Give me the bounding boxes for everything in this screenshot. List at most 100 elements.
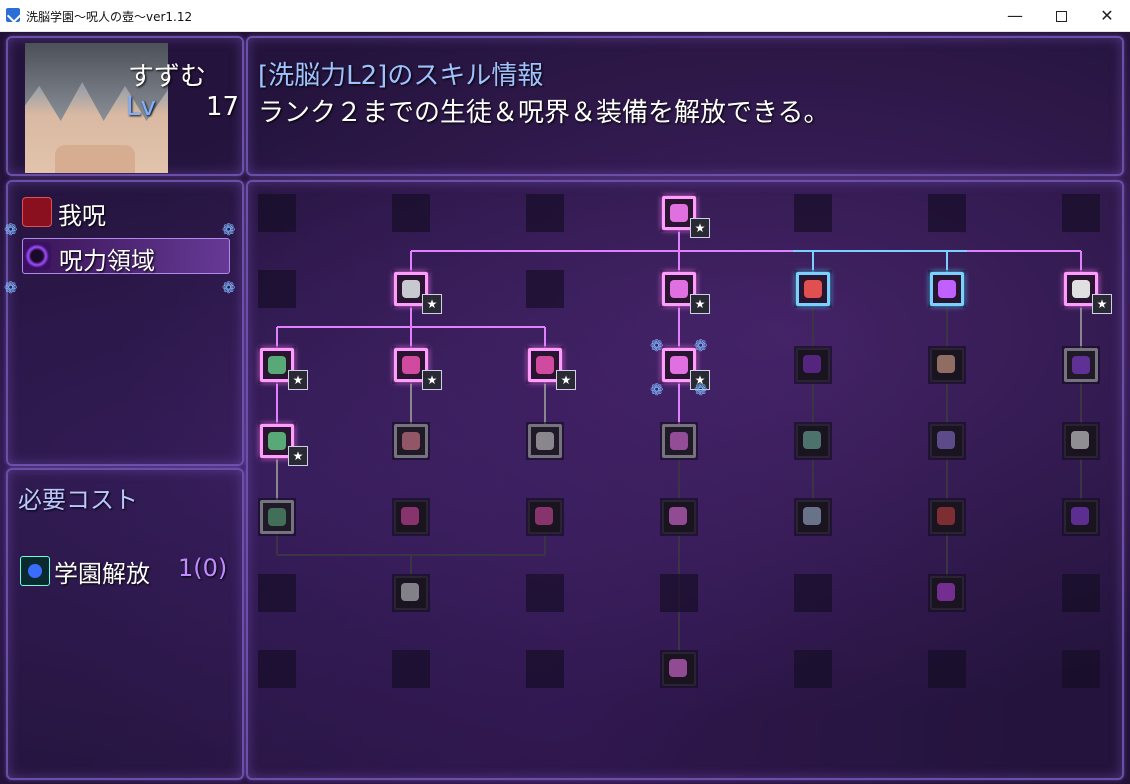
skill-node[interactable] — [394, 424, 428, 458]
category-label: 我呪 — [58, 202, 106, 230]
card-icon — [804, 280, 822, 298]
skill-node[interactable] — [662, 652, 696, 686]
brain-icon — [669, 659, 687, 677]
skill-node[interactable] — [662, 500, 696, 534]
gear-icon — [1072, 280, 1090, 298]
empty-slot — [660, 574, 698, 612]
sparkle-icon: ❁ — [222, 220, 236, 239]
empty-slot — [928, 650, 966, 688]
window-titlebar: 洗脳学園～呪人の壺～ver1.12 — ✕ — [0, 0, 1130, 32]
empty-slot — [258, 194, 296, 232]
skill-node[interactable] — [796, 348, 830, 382]
skill-node[interactable] — [796, 424, 830, 458]
tome-icon — [937, 431, 955, 449]
empty-slot — [526, 650, 564, 688]
empty-slot — [258, 574, 296, 612]
orb-icon — [401, 583, 419, 601]
brain-icon — [669, 507, 687, 525]
empty-slot — [794, 650, 832, 688]
selection-sparkle-icon: ❁ — [650, 336, 664, 355]
category-item-juryoku-ryoiki[interactable]: 呪力領域 — [22, 238, 230, 275]
star-icon: ★ — [1092, 294, 1112, 314]
selection-sparkle-icon: ❁ — [694, 380, 708, 399]
gear-icon — [1071, 431, 1089, 449]
skill-node[interactable] — [930, 576, 964, 610]
empty-slot — [928, 194, 966, 232]
blue-crest-icon — [20, 556, 50, 586]
maximize-button[interactable] — [1038, 0, 1084, 31]
orb-icon — [402, 280, 420, 298]
star-icon: ★ — [288, 370, 308, 390]
skill-node[interactable] — [796, 272, 830, 306]
empty-slot — [794, 574, 832, 612]
empty-slot — [392, 650, 430, 688]
cone-icon — [803, 355, 821, 373]
brain-icon — [670, 432, 688, 450]
selection-sparkle-icon: ❁ — [694, 336, 708, 355]
flower-icon — [536, 356, 554, 374]
skill-node[interactable] — [796, 500, 830, 534]
empty-slot — [526, 574, 564, 612]
skill-node[interactable] — [1064, 500, 1098, 534]
star-icon: ★ — [690, 218, 710, 238]
cost-item: 学園解放 1(0) — [20, 552, 235, 588]
brain-icon — [670, 280, 688, 298]
gem-icon — [1072, 356, 1090, 374]
window-title: 洗脳学園～呪人の壺～ver1.12 — [26, 10, 193, 24]
empty-slot — [526, 194, 564, 232]
skill-node[interactable] — [1064, 348, 1098, 382]
skill-tree-panel: ★ ★ ★ ★ ★ ★ ★ ★ ❁ ❁ ❁ ❁ ★ — [246, 180, 1124, 780]
red-fist-icon — [22, 197, 52, 227]
skill-node[interactable] — [930, 348, 964, 382]
skill-node[interactable] — [528, 500, 562, 534]
empty-slot — [1062, 194, 1100, 232]
jar-icon — [803, 431, 821, 449]
book-icon — [268, 508, 286, 526]
gem-icon — [1071, 507, 1089, 525]
skill-node[interactable] — [662, 424, 696, 458]
flower-icon — [402, 356, 420, 374]
app-icon — [6, 8, 20, 22]
empty-slot — [1062, 650, 1100, 688]
paper-icon — [536, 432, 554, 450]
empty-slot — [794, 194, 832, 232]
skill-node[interactable] — [260, 500, 294, 534]
skill-node[interactable] — [394, 576, 428, 610]
empty-slot — [526, 270, 564, 308]
cost-item-value: 1(0) — [178, 554, 228, 582]
skill-title: [洗脳力L2]のスキル情報 — [258, 61, 544, 91]
skill-node[interactable] — [1064, 424, 1098, 458]
cost-item-label: 学園解放 — [54, 560, 150, 588]
sparkle-icon: ❁ — [4, 278, 18, 297]
star-icon: ★ — [422, 370, 442, 390]
minimize-button[interactable]: — — [992, 0, 1038, 31]
star-icon: ★ — [556, 370, 576, 390]
selection-sparkle-icon: ❁ — [650, 380, 664, 399]
level-value: 17 — [206, 92, 240, 122]
cost-title: 必要コスト — [18, 486, 138, 514]
book-icon — [268, 356, 286, 374]
heart-icon — [938, 280, 956, 298]
character-panel: すずむ Lv 17 — [6, 36, 244, 176]
skill-node[interactable] — [394, 500, 428, 534]
category-item-gajyu[interactable]: 我呪 — [22, 194, 228, 230]
flower-icon — [401, 507, 419, 525]
game-screen: すずむ Lv 17 [洗脳力L2]のスキル情報 ランク２までの生徒＆呪界＆装備を… — [0, 32, 1130, 784]
skill-node[interactable] — [930, 272, 964, 306]
red-tome-icon — [937, 507, 955, 525]
skill-node[interactable] — [930, 424, 964, 458]
purple-ring-icon — [23, 242, 51, 270]
ring-icon — [937, 583, 955, 601]
brain-icon — [670, 356, 688, 374]
empty-slot — [392, 194, 430, 232]
empty-slot — [1062, 574, 1100, 612]
skill-info-panel: [洗脳力L2]のスキル情報 ランク２までの生徒＆呪界＆装備を解放できる。 — [246, 36, 1124, 176]
skill-node[interactable] — [930, 500, 964, 534]
boot-icon — [937, 355, 955, 373]
close-button[interactable]: ✕ — [1084, 0, 1130, 31]
skill-node[interactable] — [528, 424, 562, 458]
brain-icon — [670, 204, 688, 222]
category-label: 呪力領域 — [59, 247, 155, 275]
sparkle-icon: ❁ — [222, 278, 236, 297]
star-icon: ★ — [422, 294, 442, 314]
